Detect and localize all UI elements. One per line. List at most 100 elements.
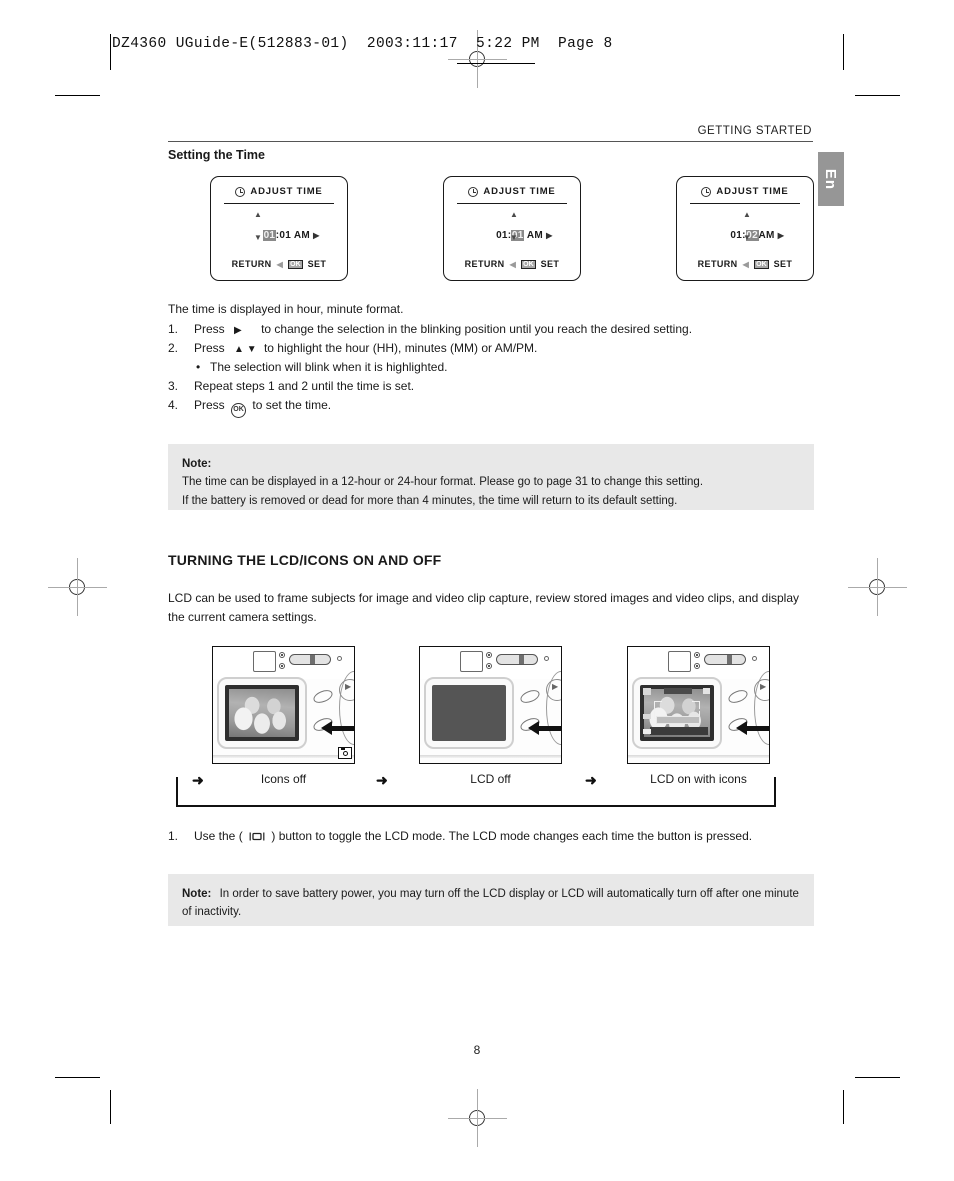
button-grip-icon [726, 687, 750, 706]
step-2-lead: Press [194, 340, 225, 355]
lcd-ok-box-3: OK [754, 259, 769, 269]
crop-mark-bottom-left-v [110, 1090, 111, 1124]
lcd-up-arrow-1: ▲ [254, 210, 262, 219]
button-grip-icon [518, 687, 542, 706]
lcd-footer-2: RETURN ◀ OK SET [444, 259, 580, 269]
step-1-lead: Press [194, 321, 225, 336]
pointer-arrow-tail [539, 725, 561, 731]
step-1-number: 1. [168, 321, 179, 336]
pointer-arrow-icon [528, 720, 539, 735]
lcd-divider-2 [457, 203, 567, 204]
lcd-time-suffix-1: :01 AM [275, 230, 311, 241]
lcd-screen-minute-selected: ADJUST TIME ▲ 01:01 AM ▶ ▼ RETURN ◀ OK S… [443, 176, 581, 281]
note-1-line-1: The time can be displayed in a 12-hour o… [182, 476, 704, 489]
toggle-step-post: ) button to toggle the LCD mode. The LCD… [271, 828, 753, 843]
crop-mark-bottom-left-h [55, 1077, 100, 1078]
lcd-screen-minute-incremented: ADJUST TIME ▲ 01:02AM ▶ ▼ RETURN ◀ OK SE… [676, 176, 814, 281]
speaker-dot-icon [544, 655, 549, 661]
lcd-photo-preview [229, 688, 295, 737]
led-indicator-icon [279, 662, 285, 669]
lcd-up-arrow-3: ▲ [743, 210, 751, 219]
crop-mark-top-left-h [55, 95, 100, 96]
lcd-time-1: 01:01 AM ▶ [211, 219, 347, 252]
note-1-label: Note: [182, 457, 212, 470]
film-header-text: DZ4360 UGuide-E(512883-01) 2003:11:17 5:… [112, 36, 613, 52]
step-3: 3. Repeat steps 1 and 2 until the time i… [168, 377, 814, 396]
camera-base [628, 754, 769, 758]
step-1-text: to change the selection in the blinking … [261, 321, 693, 336]
lcd-set-label-1: SET [307, 259, 327, 269]
speaker-dot-icon [337, 655, 342, 661]
lcd-title-3: ADJUST TIME [677, 186, 813, 197]
nav-pad-icon [339, 678, 354, 701]
crop-mark-top-right-h [855, 95, 900, 96]
header-rule [168, 141, 813, 142]
nav-pad-icon [546, 678, 561, 701]
step-2-text: to highlight the hour (HH), minutes (MM)… [263, 340, 538, 355]
toggle-step-number: 1. [168, 828, 179, 843]
camera-lcd-on-with-icons [627, 645, 770, 764]
viewfinder-icon [253, 650, 276, 672]
lcd-up-arrow-2: ▲ [510, 210, 518, 219]
camera-base [213, 754, 354, 758]
lcd-screen-hour-selected: ADJUST TIME ▲ 01:01 AM ▶ ▼ RETURN ◀ OK S… [210, 176, 348, 281]
lcd-title-text: ADJUST TIME [483, 186, 556, 197]
lcd-left-arrow-2: ◀ [509, 259, 517, 269]
pointer-arrow-icon [736, 720, 747, 735]
step-3-text: Repeat steps 1 and 2 until the time is s… [194, 378, 415, 393]
film-edge-left [110, 34, 111, 68]
step-4: 4. Press OK to set the time. [168, 396, 814, 418]
step-1: 1. Press ▶ to change the selection in th… [168, 320, 814, 339]
clock-icon [701, 186, 712, 197]
camera-mode-icon [338, 746, 352, 759]
page-number: 8 [473, 1043, 481, 1057]
toggle-step-pre: Use the ( [194, 828, 243, 843]
bullet-icon: • [196, 359, 201, 374]
led-indicator-icon [694, 662, 700, 669]
clock-icon [235, 186, 246, 197]
clock-icon [468, 186, 479, 197]
ok-button-icon: OK [231, 402, 247, 418]
language-tab: En [818, 152, 844, 206]
camera-icons-off [212, 645, 355, 764]
cycle-loop-arrow: ➜ [192, 771, 204, 788]
running-head: GETTING STARTED [697, 125, 812, 137]
lcd-right-arrow-1: ▶ [313, 231, 320, 240]
step-2-number: 2. [168, 340, 179, 355]
lcd-return-label-1: RETURN [231, 259, 272, 269]
lcd-title-text: ADJUST TIME [250, 186, 323, 197]
button-grip-icon [311, 687, 335, 706]
led-indicator-icon [694, 651, 700, 658]
up-down-arrow-icon: ▲ ▼ [234, 343, 257, 355]
lcd-return-label-3: RETURN [697, 259, 738, 269]
lcd-toggle-icon [249, 829, 265, 848]
lcd-time-suffix-3: AM [758, 230, 775, 241]
mode-slider [496, 653, 538, 665]
lcd-title-text: ADJUST TIME [716, 186, 789, 197]
mode-slider [704, 653, 746, 665]
lcd-highlight-hour-1: 01 [263, 230, 276, 241]
lcd-right-arrow-2: ▶ [546, 231, 553, 240]
lcd-screen [640, 684, 714, 741]
intro-line: The time is displayed in hour, minute fo… [168, 302, 404, 316]
lcd-bezel [424, 676, 514, 749]
note-box-time-format: Note: The time can be displayed in a 12-… [168, 443, 814, 510]
crop-mark-bottom-right-v [843, 1090, 844, 1124]
steps-list: 1. Press ▶ to change the selection in th… [168, 320, 814, 418]
lcd-screen-row: ADJUST TIME ▲ 01:01 AM ▶ ▼ RETURN ◀ OK S… [210, 176, 814, 281]
led-indicator-icon [486, 662, 492, 669]
lcd-divider-1 [224, 203, 334, 204]
lcd-ok-box-2: OK [521, 259, 536, 269]
lcd-down-arrow-2: ▼ [510, 233, 518, 242]
lcd-toggle-icon-svg [249, 832, 265, 841]
film-edge-right [843, 34, 844, 68]
lcd-set-label-2: SET [540, 259, 560, 269]
page-content: Setting the Time ADJUST TIME ▲ 01:01 AM … [168, 148, 814, 926]
lcd-down-arrow-3: ▼ [743, 233, 751, 242]
right-arrow-icon: ▶ [234, 324, 242, 336]
lcd-screen [225, 684, 299, 741]
lcd-down-arrow-1: ▼ [254, 233, 262, 242]
step-2-sub-text: The selection will blink when it is high… [210, 359, 448, 374]
registration-mark-left [48, 558, 107, 616]
mode-slider [289, 653, 331, 665]
